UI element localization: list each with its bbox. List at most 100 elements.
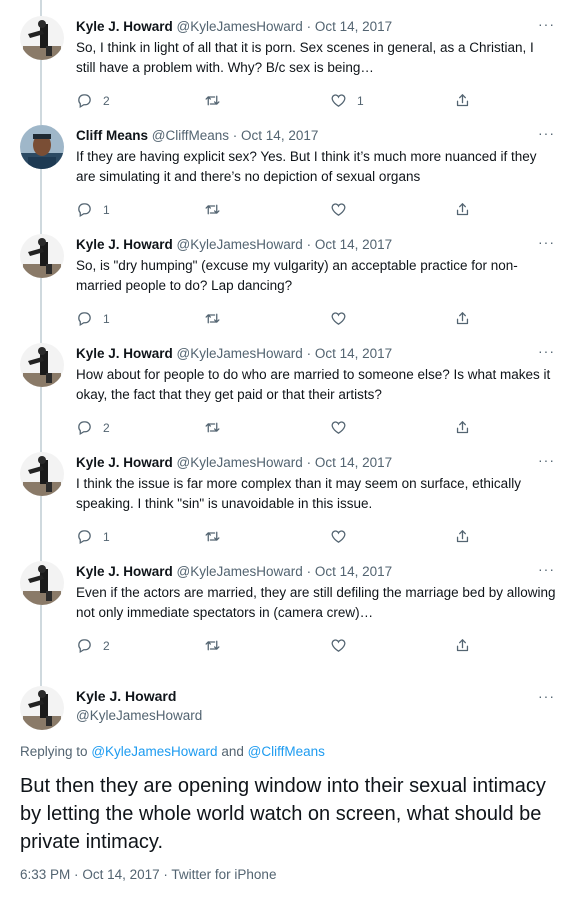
retweet-button[interactable]: [204, 637, 231, 654]
like-button[interactable]: [330, 201, 357, 218]
share-button[interactable]: [454, 528, 471, 545]
reply-user-link[interactable]: @KyleJamesHoward: [91, 744, 217, 759]
tweet-date[interactable]: Oct 14, 2017: [241, 128, 318, 143]
tweet-date[interactable]: Oct 14, 2017: [315, 564, 392, 579]
author-name[interactable]: Cliff Means: [76, 128, 148, 143]
more-icon[interactable]: ···: [538, 452, 555, 468]
like-icon: [330, 528, 347, 545]
tweet-date[interactable]: Oct 14, 2017: [315, 346, 392, 361]
thread: Kyle J. Howard @KyleJamesHoward · Oct 14…: [0, 0, 579, 654]
like-button[interactable]: [330, 528, 357, 545]
retweet-button[interactable]: [204, 528, 231, 545]
avatar-photo-icon: [20, 686, 64, 730]
tweet-text: So, is "dry humping" (excuse my vulgarit…: [76, 258, 518, 293]
share-icon: [454, 310, 471, 327]
tweet-header: Kyle J. Howard @KyleJamesHoward · Oct 14…: [76, 18, 392, 36]
more-icon[interactable]: ···: [538, 16, 555, 32]
tweet-footer: 6:33 PM · Oct 14, 2017 · Twitter for iPh…: [20, 867, 276, 882]
retweet-button[interactable]: [204, 419, 231, 436]
like-icon: [330, 310, 347, 327]
retweet-button[interactable]: [204, 201, 231, 218]
tweet-date[interactable]: Oct 14, 2017: [315, 455, 392, 470]
like-icon: [330, 637, 347, 654]
avatar[interactable]: [20, 234, 64, 278]
tweet-text: So, I think in light of all that it is p…: [76, 40, 534, 75]
tweet-source[interactable]: Twitter for iPhone: [171, 867, 276, 882]
reply-button[interactable]: 2: [76, 419, 110, 436]
tweet-date[interactable]: Oct 14, 2017: [315, 237, 392, 252]
reply-count: 2: [103, 93, 110, 108]
author-name[interactable]: Kyle J. Howard: [76, 19, 173, 34]
author-name[interactable]: Kyle J. Howard: [76, 688, 176, 704]
tweet[interactable]: Cliff Means @CliffMeans · Oct 14, 2017 ·…: [0, 109, 579, 218]
author-handle[interactable]: @KyleJamesHoward: [177, 455, 303, 470]
avatar[interactable]: [20, 125, 64, 169]
reply-user-link[interactable]: @CliffMeans: [248, 744, 325, 759]
tweet-header: Kyle J. Howard @KyleJamesHoward · Oct 14…: [76, 345, 392, 363]
replying-and: and: [221, 744, 244, 759]
reply-button[interactable]: 2: [76, 637, 110, 654]
reply-count: 1: [103, 311, 110, 326]
author-handle[interactable]: @KyleJamesHoward: [177, 346, 303, 361]
tweet-text: If they are having explicit sex? Yes. Bu…: [76, 149, 537, 184]
tweet-date[interactable]: Oct 14, 2017: [315, 19, 392, 34]
share-button[interactable]: [454, 310, 471, 327]
tweet-date[interactable]: Oct 14, 2017: [82, 867, 159, 882]
tweet-header: Kyle J. Howard @KyleJamesHoward · Oct 14…: [76, 454, 392, 472]
share-button[interactable]: [454, 201, 471, 218]
avatar[interactable]: [20, 561, 64, 605]
share-icon: [454, 637, 471, 654]
tweet-text: I think the issue is far more complex th…: [76, 476, 521, 511]
more-icon[interactable]: ···: [538, 125, 555, 141]
author-handle[interactable]: @KyleJamesHoward: [177, 564, 303, 579]
reply-button[interactable]: 1: [76, 310, 110, 327]
avatar[interactable]: [20, 16, 64, 60]
tweet-header: Cliff Means @CliffMeans · Oct 14, 2017: [76, 127, 318, 145]
tweet[interactable]: Kyle J. Howard @KyleJamesHoward · Oct 14…: [0, 545, 579, 654]
share-button[interactable]: [454, 637, 471, 654]
author-handle[interactable]: @KyleJamesHoward: [76, 708, 202, 723]
share-button[interactable]: [454, 419, 471, 436]
tweet[interactable]: Kyle J. Howard @KyleJamesHoward · Oct 14…: [0, 436, 579, 545]
author-name[interactable]: Kyle J. Howard: [76, 237, 173, 252]
tweet-text: But then they are opening window into th…: [20, 775, 546, 853]
retweet-button[interactable]: [204, 92, 231, 109]
retweet-icon: [204, 201, 221, 218]
author-name[interactable]: Kyle J. Howard: [76, 346, 173, 361]
author-handle[interactable]: @CliffMeans: [152, 128, 229, 143]
like-button[interactable]: [330, 637, 357, 654]
more-icon[interactable]: ···: [538, 561, 555, 577]
tweet[interactable]: Kyle J. Howard @KyleJamesHoward · Oct 14…: [0, 327, 579, 436]
tweet-time[interactable]: 6:33 PM: [20, 867, 70, 882]
author-name[interactable]: Kyle J. Howard: [76, 564, 173, 579]
reply-button[interactable]: 1: [76, 201, 110, 218]
share-icon: [454, 419, 471, 436]
avatar[interactable]: [20, 452, 64, 496]
author-handle[interactable]: @KyleJamesHoward: [177, 237, 303, 252]
reply-button[interactable]: 2: [76, 92, 110, 109]
author-handle[interactable]: @KyleJamesHoward: [177, 19, 303, 34]
reply-icon: [76, 528, 93, 545]
tweet[interactable]: Kyle J. Howard @KyleJamesHoward · Oct 14…: [0, 218, 579, 327]
like-button[interactable]: [330, 310, 357, 327]
reply-button[interactable]: 1: [76, 528, 110, 545]
like-button[interactable]: 1: [330, 92, 364, 109]
share-icon: [454, 201, 471, 218]
like-icon: [330, 92, 347, 109]
more-icon[interactable]: ···: [538, 688, 555, 704]
reply-icon: [76, 310, 93, 327]
like-button[interactable]: [330, 419, 357, 436]
reply-icon: [76, 419, 93, 436]
more-icon[interactable]: ···: [538, 343, 555, 359]
avatar[interactable]: [20, 343, 64, 387]
author-name[interactable]: Kyle J. Howard: [76, 455, 173, 470]
retweet-button[interactable]: [204, 310, 231, 327]
reply-count: 1: [103, 202, 110, 217]
retweet-icon: [204, 528, 221, 545]
share-button[interactable]: [454, 92, 471, 109]
more-icon[interactable]: ···: [538, 234, 555, 250]
avatar[interactable]: [20, 686, 64, 730]
separator: ·: [306, 564, 312, 579]
tweet[interactable]: Kyle J. Howard @KyleJamesHoward · Oct 14…: [0, 0, 579, 109]
separator: ·: [306, 19, 312, 34]
